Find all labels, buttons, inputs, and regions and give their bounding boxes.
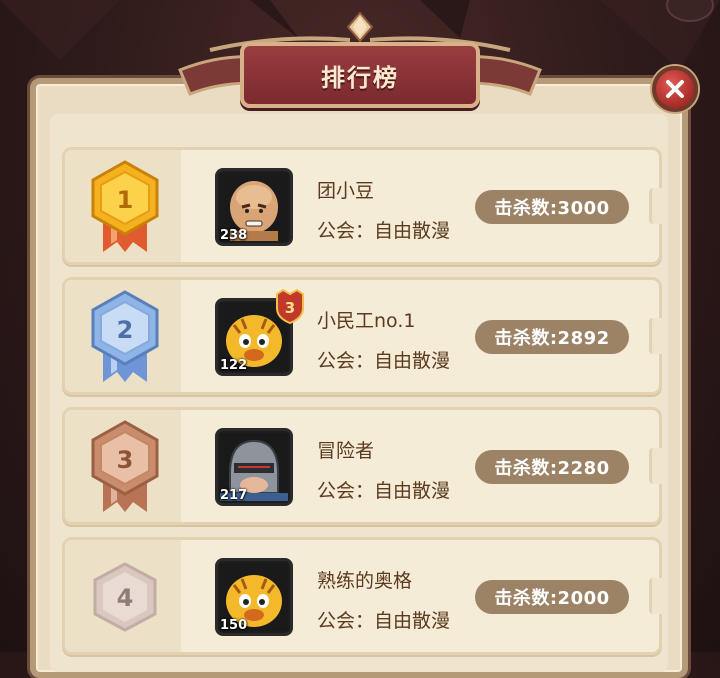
close-button[interactable] bbox=[652, 66, 698, 112]
player-level: 122 bbox=[220, 358, 248, 373]
kill-count-badge: 击杀数:2892 bbox=[475, 320, 629, 354]
svg-text:1: 1 bbox=[117, 186, 134, 214]
player-guild: 公会：自由散漫 bbox=[317, 610, 451, 632]
rank-shield-icon: 3 bbox=[276, 288, 304, 324]
bronze-medal-icon: 3 bbox=[91, 420, 159, 512]
player-level: 217 bbox=[220, 488, 248, 503]
plain-rank-hexagon-icon: 4 bbox=[93, 562, 157, 632]
gem-icon bbox=[346, 12, 374, 42]
player-name: 熟练的奥格 bbox=[317, 570, 413, 592]
svg-text:3: 3 bbox=[285, 299, 295, 317]
player-guild: 公会：自由散漫 bbox=[317, 480, 451, 502]
player-avatar[interactable]: 150 bbox=[215, 558, 293, 636]
row-notch bbox=[649, 448, 662, 484]
player-level: 238 bbox=[220, 228, 248, 243]
kill-count-badge: 击杀数:2000 bbox=[475, 580, 629, 614]
close-icon bbox=[666, 80, 684, 98]
leaderboard-row-1[interactable]: 1 238 团小豆 公会：自由散漫 击杀数:3000 bbox=[62, 147, 662, 265]
player-name: 团小豆 bbox=[317, 180, 375, 202]
player-name: 冒险者 bbox=[317, 440, 375, 462]
leaderboard-row-3[interactable]: 3 217 冒险者 公会：自由散漫 击杀数:2280 bbox=[62, 407, 662, 525]
player-guild: 公会：自由散漫 bbox=[317, 350, 451, 372]
player-name: 小民工no.1 bbox=[317, 310, 416, 332]
leaderboard-row-2[interactable]: 2 122 3 小民工no.1 公会：自由散漫 击杀数:2892 bbox=[62, 277, 662, 395]
svg-text:2: 2 bbox=[117, 316, 134, 344]
page-title: 排行榜 bbox=[321, 63, 399, 92]
kill-count-badge: 击杀数:2280 bbox=[475, 450, 629, 484]
svg-text:4: 4 bbox=[117, 584, 134, 612]
gold-medal-icon: 1 bbox=[91, 160, 159, 252]
svg-text:3: 3 bbox=[117, 446, 134, 474]
player-avatar[interactable]: 238 bbox=[215, 168, 293, 246]
row-notch bbox=[649, 578, 662, 614]
title-banner: 排行榜 bbox=[240, 42, 480, 108]
leaderboard-row-4[interactable]: 4 150 熟练的奥格 公会：自由散漫 击杀数:2000 bbox=[62, 537, 662, 655]
player-guild: 公会：自由散漫 bbox=[317, 220, 451, 242]
player-level: 150 bbox=[220, 618, 248, 633]
kill-count-badge: 击杀数:3000 bbox=[475, 190, 629, 224]
silver-medal-icon: 2 bbox=[91, 290, 159, 382]
row-notch bbox=[649, 188, 662, 224]
player-avatar[interactable]: 217 bbox=[215, 428, 293, 506]
row-notch bbox=[649, 318, 662, 354]
